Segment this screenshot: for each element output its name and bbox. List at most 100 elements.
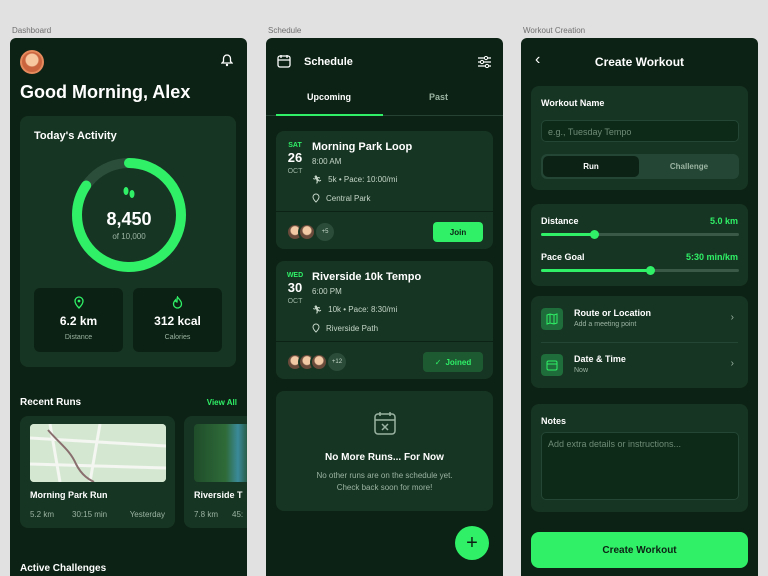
steps-readout: 8,450 of 10,000	[68, 186, 190, 241]
joined-button[interactable]: ✓ Joined	[423, 352, 483, 372]
route-row[interactable]: Route or Location Add a meeting point ›	[531, 296, 748, 342]
schedule-screen: Schedule Upcoming Past SAT 26 OCT Mornin…	[266, 38, 503, 576]
distance-label: Distance	[541, 216, 579, 226]
event-date: SAT 26 OCT	[286, 142, 304, 175]
distance-slider-fill	[541, 233, 595, 236]
run-name: Riverside T	[194, 490, 243, 500]
more-attendees: +5	[316, 223, 334, 241]
schedule-title: Schedule	[304, 56, 353, 68]
event-details: 🏃︎ 5k • Pace: 10:00/mi	[312, 175, 397, 184]
tab-upcoming[interactable]: Upcoming	[307, 92, 351, 102]
check-icon: ✓	[434, 357, 442, 367]
type-run-option[interactable]: Run	[543, 156, 639, 177]
event-time: 6:00 PM	[312, 287, 342, 296]
notes-card: Notes Add extra details or instructions.…	[531, 404, 748, 512]
event-card[interactable]: SAT 26 OCT Morning Park Loop 8:00 AM 🏃︎ 5…	[276, 131, 493, 249]
date-time-row[interactable]: Date & Time Now ›	[531, 342, 748, 388]
join-button[interactable]: Join	[433, 222, 483, 242]
run-duration: 30:15 min	[72, 510, 108, 519]
calories-label: Calories	[164, 334, 191, 341]
route-date-card: Route or Location Add a meeting point › …	[531, 296, 748, 388]
event-card[interactable]: WED 30 OCT Riverside 10k Tempo 6:00 PM 🏃…	[276, 261, 493, 379]
event-location-text: Riverside Path	[326, 323, 379, 333]
event-location-text: Central Park	[326, 193, 371, 203]
recent-run-card[interactable]: Riverside T 7.8 km 45:	[184, 416, 247, 528]
attendee-avatar	[298, 223, 316, 241]
location-pin-icon	[312, 193, 320, 203]
workout-name-input[interactable]: e.g., Tuesday Tempo	[541, 120, 739, 142]
active-challenges-title: Active Challenges	[20, 563, 107, 574]
chevron-right-icon: ›	[730, 358, 734, 369]
flame-icon	[133, 295, 222, 310]
workout-type-toggle: Run Challenge	[541, 154, 739, 179]
tab-indicator	[276, 114, 383, 116]
pace-slider-fill	[541, 269, 650, 272]
event-day-number: 26	[287, 150, 303, 165]
event-month: OCT	[287, 298, 303, 305]
date-time-title: Date & Time	[574, 354, 626, 364]
caption-workout-creation: Workout Creation	[523, 26, 586, 35]
event-day: WED	[286, 272, 304, 279]
notes-textarea[interactable]: Add extra details or instructions...	[541, 432, 739, 500]
runner-icon: 🏃︎	[312, 175, 323, 184]
event-day-number: 30	[287, 280, 303, 295]
divider	[276, 211, 493, 212]
chevron-right-icon: ›	[730, 312, 734, 323]
create-workout-button[interactable]: Create Workout	[531, 532, 748, 568]
pace-slider-knob[interactable]	[645, 266, 655, 275]
route-title: Route or Location	[574, 308, 651, 318]
distance-label: Distance	[64, 334, 93, 341]
location-pin-icon	[312, 323, 320, 333]
joined-label: Joined	[445, 357, 472, 367]
view-all-link[interactable]: View All	[207, 398, 237, 407]
tab-past[interactable]: Past	[429, 92, 448, 102]
attendees: +12	[286, 353, 346, 371]
run-duration: 45:	[232, 510, 244, 519]
footsteps-icon	[123, 187, 135, 198]
empty-state-card: No More Runs... For Now No other runs ar…	[276, 391, 493, 511]
runner-icon: 🏃︎	[312, 305, 323, 314]
create-workout-screen: ‹ Create Workout Workout Name e.g., Tues…	[521, 38, 758, 576]
recent-run-card[interactable]: Morning Park Run 5.2 km 30:15 min Yester…	[20, 416, 175, 528]
run-name: Morning Park Run	[30, 490, 108, 500]
date-time-subtitle: Now	[574, 367, 589, 374]
route-subtitle: Add a meeting point	[574, 321, 637, 328]
add-run-button[interactable]: +	[455, 526, 489, 560]
distance-value: 6.2 km	[59, 314, 98, 328]
greeting-title: Good Morning, Alex	[20, 82, 191, 102]
steps-count: 8,450	[106, 209, 152, 229]
calendar-icon	[277, 54, 291, 73]
activity-title: Today's Activity	[34, 130, 117, 142]
more-attendees: +12	[328, 353, 346, 371]
pace-slider[interactable]	[541, 266, 739, 275]
event-day: SAT	[288, 142, 302, 149]
map-icon	[541, 308, 563, 330]
run-photo	[194, 424, 247, 482]
event-details-text: 10k • Pace: 8:30/mi	[328, 305, 398, 314]
run-distance: 5.2 km	[30, 510, 55, 519]
distance-stat: 6.2 km Distance	[34, 288, 123, 352]
attendee-avatar	[310, 353, 328, 371]
distance-slider[interactable]	[541, 230, 739, 239]
pace-value: 5:30 min/km	[685, 252, 738, 262]
avatar[interactable]	[20, 50, 44, 74]
run-when: Yesterday	[129, 510, 165, 519]
steps-goal: of 10,000	[112, 232, 146, 241]
event-location: Riverside Path	[312, 323, 378, 333]
run-distance: 7.8 km	[194, 510, 219, 519]
distance-slider-knob[interactable]	[590, 230, 600, 239]
route-map	[30, 424, 166, 482]
empty-title: No More Runs... For Now	[325, 452, 444, 463]
caption-schedule: Schedule	[268, 26, 302, 35]
recent-runs-title: Recent Runs	[20, 397, 82, 408]
filter-icon[interactable]	[478, 55, 491, 73]
event-month: OCT	[287, 168, 303, 175]
distance-pace-card: Distance 5.0 km Pace Goal 5:30 min/km	[531, 204, 748, 286]
event-details-text: 5k • Pace: 10:00/mi	[328, 175, 398, 184]
type-challenge-option[interactable]: Challenge	[641, 156, 737, 177]
bell-icon[interactable]	[220, 54, 234, 72]
schedule-tabs: Upcoming Past	[266, 92, 503, 116]
pace-label: Pace Goal	[541, 252, 585, 262]
attendees: +5	[286, 223, 334, 241]
distance-value: 5.0 km	[709, 216, 738, 226]
